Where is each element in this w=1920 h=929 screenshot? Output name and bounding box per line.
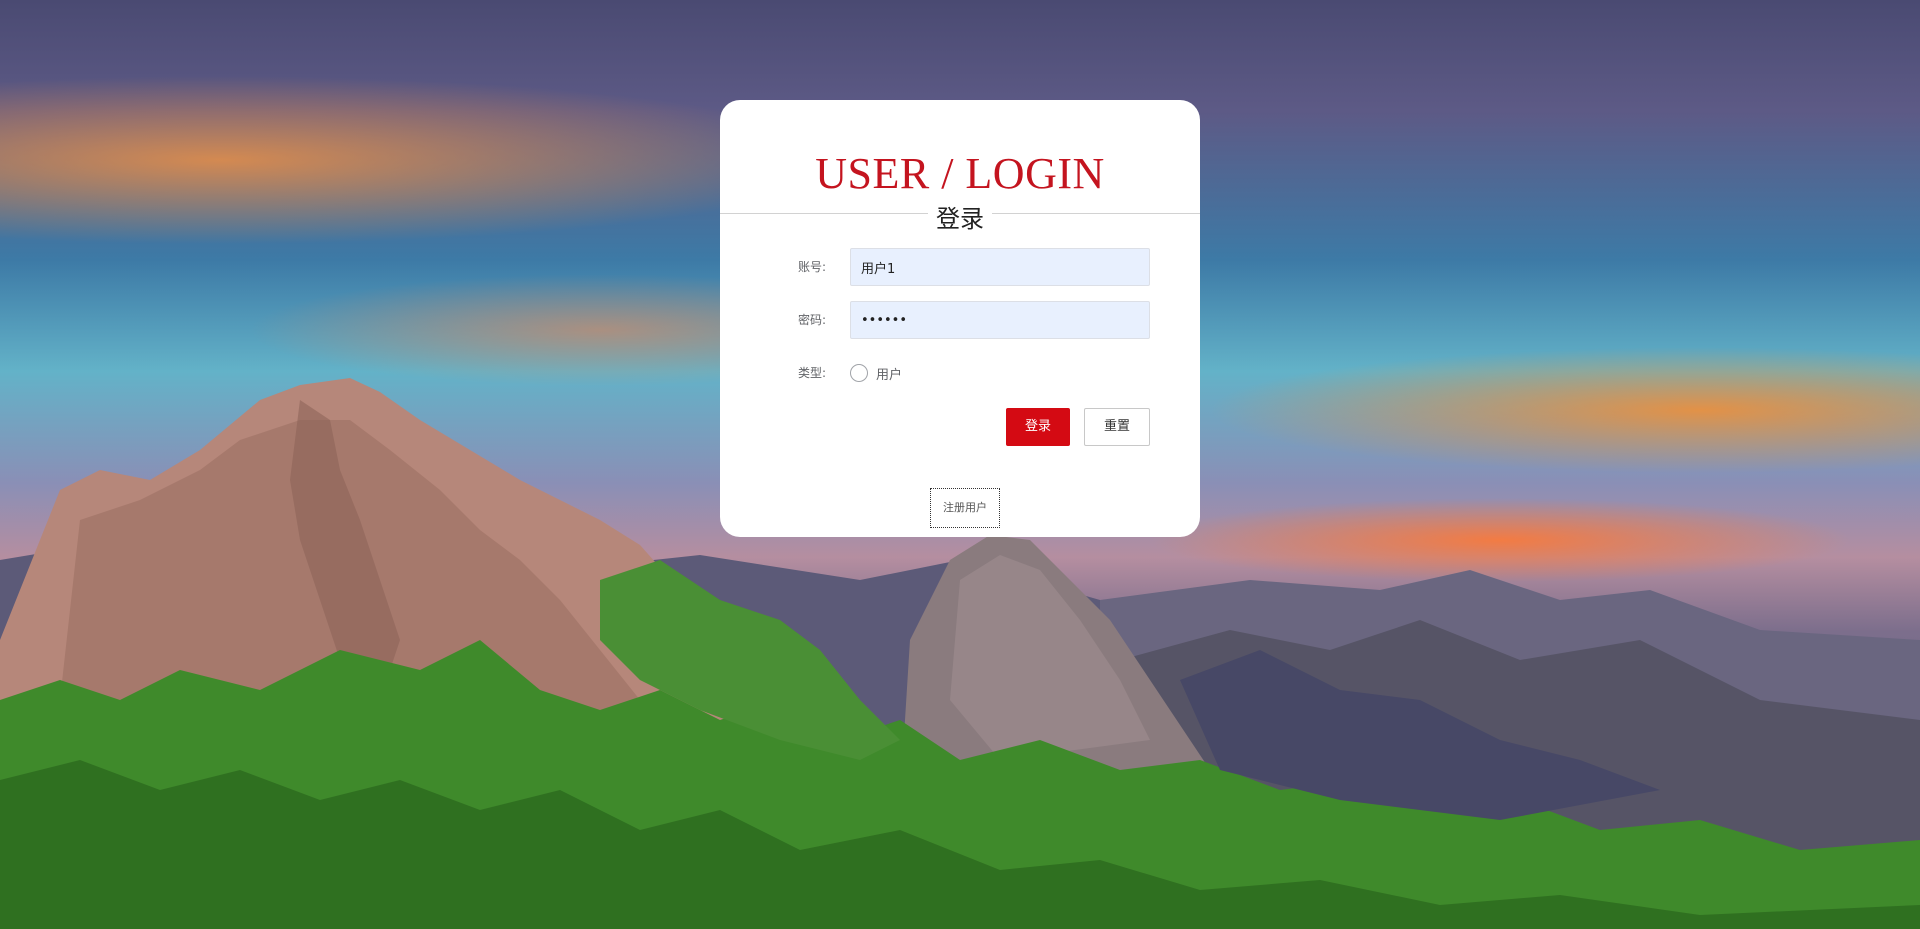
type-label: 类型: xyxy=(798,366,827,380)
password-input[interactable] xyxy=(850,301,1150,339)
password-row: 密码: xyxy=(720,301,1200,339)
type-radio-user[interactable]: 用户 xyxy=(850,354,902,392)
type-radio-user-label: 用户 xyxy=(876,367,903,383)
login-subtitle-text: 登录 xyxy=(928,205,992,233)
radio-circle-icon[interactable] xyxy=(850,364,868,382)
type-row: 类型: 用户 xyxy=(720,354,1200,392)
account-row: 账号: xyxy=(720,248,1200,286)
account-input[interactable] xyxy=(850,248,1150,286)
register-user-link[interactable]: 注册用户 xyxy=(930,488,1000,528)
login-card: USER / LOGIN 登录 账号: 密码: 类型: 用户 登录 重置 注册用… xyxy=(720,100,1200,537)
login-subtitle: 登录 xyxy=(720,199,1200,234)
login-title: USER / LOGIN xyxy=(815,149,1105,198)
account-label: 账号: xyxy=(798,260,827,274)
login-button[interactable]: 登录 xyxy=(1006,408,1070,446)
password-label: 密码: xyxy=(798,313,827,327)
reset-button[interactable]: 重置 xyxy=(1084,408,1150,446)
